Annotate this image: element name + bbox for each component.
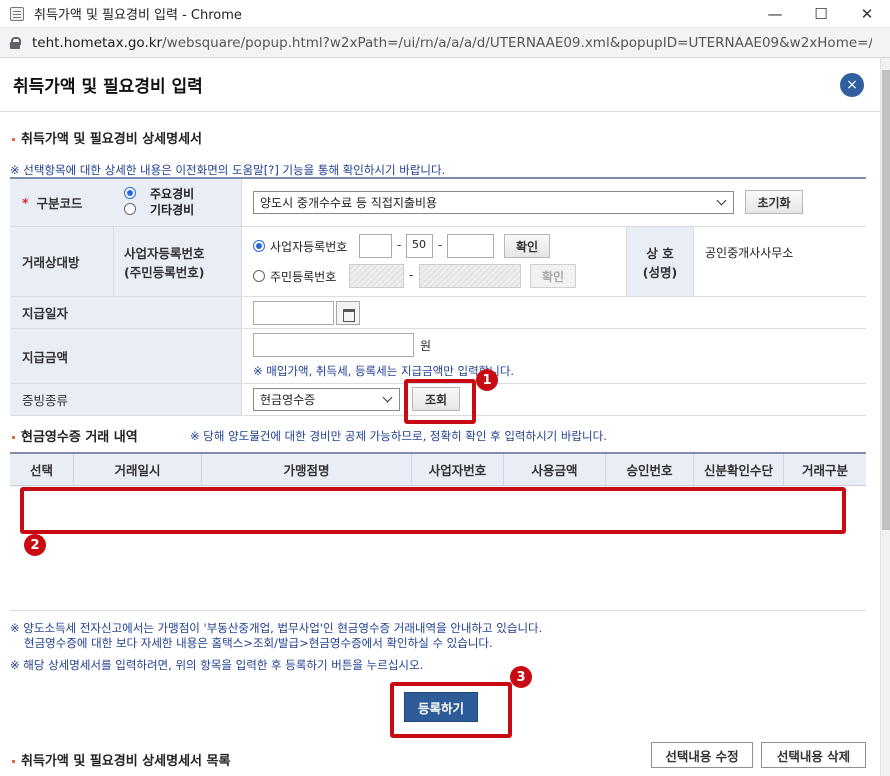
column-header[interactable]: 사업자번호 xyxy=(412,454,504,485)
lock-icon[interactable] xyxy=(10,36,21,49)
help-note: ※ 선택항목에 대한 상세한 내용은 이전화면의 도움말[?] 기능을 통해 확… xyxy=(10,163,446,177)
radio-icon-biz[interactable] xyxy=(253,240,265,252)
column-header[interactable]: 가맹점명 xyxy=(202,454,412,485)
window-titlebar: 취득가액 및 필요경비 입력 - Chrome — ☐ ✕ xyxy=(0,0,890,28)
evidence-type-label: 증빙종류 xyxy=(10,384,242,415)
pay-date-label: 지급일자 xyxy=(10,297,242,328)
highlight-box-register xyxy=(390,682,512,738)
biz-number-part3[interactable] xyxy=(447,234,494,258)
chevron-down-icon xyxy=(382,392,393,403)
page-icon xyxy=(10,6,24,21)
biz-id-label: 사업자등록번호 (주민등록번호) xyxy=(114,227,242,296)
edit-selected-button[interactable]: 선택내용 수정 xyxy=(651,742,753,768)
maximize-icon[interactable]: ☐ xyxy=(798,0,844,28)
footer-note-1b: 현금영수증에 대한 보다 자세한 내용은 홈택스>조회/발급>현금영수증에서 확… xyxy=(24,636,493,650)
annotation-badge-2: 2 xyxy=(24,534,46,556)
counterparty-label: 거래상대방 xyxy=(10,227,114,296)
currency-unit: 원 xyxy=(420,339,432,353)
column-header[interactable]: 신분확인수단 xyxy=(694,454,784,485)
evidence-type-select[interactable]: 현금영수증 xyxy=(253,388,400,411)
pay-date-input[interactable] xyxy=(253,301,334,325)
business-name-label: 상 호 (성명) xyxy=(626,227,694,296)
footer-note-1: ※ 양도소득세 전자신고에서는 가맹점이 '부동산중개업, 법무사업'인 현금영… xyxy=(10,621,543,635)
resident-confirm-button[interactable]: 확인 xyxy=(530,264,576,288)
divider xyxy=(10,610,866,611)
window-title: 취득가액 및 필요경비 입력 - Chrome xyxy=(34,8,242,23)
bullet-icon xyxy=(12,436,15,439)
category-radios: 주요경비 기타경비 xyxy=(124,185,194,232)
minimize-icon[interactable]: — xyxy=(752,0,798,28)
url-text[interactable]: teht.hometax.go.kr/websquare/popup.html?… xyxy=(32,35,872,51)
scrollbar[interactable] xyxy=(880,58,890,776)
biz-number-part2[interactable]: 50 xyxy=(406,234,433,258)
annotation-badge-3: 3 xyxy=(510,666,532,688)
pay-amount-label: 지급금액 xyxy=(10,329,242,383)
bullet-icon xyxy=(12,138,15,141)
column-header[interactable]: 승인번호 xyxy=(606,454,694,485)
popup-title: 취득가액 및 필요경비 입력 xyxy=(13,77,203,97)
column-header[interactable]: 거래일시 xyxy=(74,454,202,485)
radio-icon-main[interactable] xyxy=(124,187,136,199)
window-controls: — ☐ ✕ xyxy=(752,0,890,28)
expense-type-select[interactable]: 양도시 중개수수료 등 직접지출비용 xyxy=(253,191,734,214)
radio-icon-resident[interactable] xyxy=(253,270,265,282)
section-title-detail: 취득가액 및 필요경비 상세명세서 xyxy=(12,128,202,147)
pay-amount-note: ※ 매입가액, 취득세, 등록세는 지급금액만 입력합니다. xyxy=(253,364,515,378)
biz-number-part1[interactable] xyxy=(359,234,392,258)
footer-note-2: ※ 해당 상세명세서를 입력하려면, 위의 항목을 입력한 후 등록하기 버튼을… xyxy=(10,658,424,672)
pay-amount-input[interactable] xyxy=(253,333,414,357)
close-window-icon[interactable]: ✕ xyxy=(844,0,890,28)
section-title-cash-receipt: 현금영수증 거래 내역 xyxy=(12,426,138,445)
row-pay-date: 지급일자 xyxy=(10,297,866,329)
biz-confirm-button[interactable]: 확인 xyxy=(504,234,550,258)
cash-receipt-note: ※ 당해 양도물건에 대한 경비만 공제 가능하므로, 정확히 확인 후 입력하… xyxy=(190,429,607,443)
section-title-list: 취득가액 및 필요경비 상세명세서 목록 xyxy=(12,750,230,769)
radio-resident-number[interactable]: 주민등록번호 xyxy=(253,265,336,287)
column-header[interactable]: 거래구분 xyxy=(784,454,866,485)
radio-biz-number[interactable]: 사업자등록번호 xyxy=(253,235,347,257)
popup-header: 취득가액 및 필요경비 입력 xyxy=(0,58,880,112)
resident-number-part1[interactable] xyxy=(349,264,404,288)
delete-selected-button[interactable]: 선택내용 삭제 xyxy=(761,742,866,768)
close-icon[interactable]: × xyxy=(840,73,864,97)
reset-button[interactable]: 초기화 xyxy=(745,190,803,214)
column-header[interactable]: 선택 xyxy=(10,454,74,485)
column-header[interactable]: 사용금액 xyxy=(504,454,606,485)
bullet-icon xyxy=(12,760,15,763)
cash-receipt-grid-header: 선택 거래일시 가맹점명 사업자번호 사용금액 승인번호 신분확인수단 거래구분 xyxy=(10,452,866,486)
row-counterparty: 거래상대방 사업자등록번호 (주민등록번호) 사업자등록번호 - 50 - 확인 … xyxy=(10,227,866,297)
radio-icon-other[interactable] xyxy=(124,203,136,215)
annotation-badge-1: 1 xyxy=(476,369,498,391)
resident-number-part2[interactable] xyxy=(419,264,521,288)
highlight-box-grid xyxy=(20,487,846,534)
chevron-down-icon xyxy=(716,195,727,206)
highlight-box-lookup xyxy=(404,379,476,424)
row-category-code: * 구분코드 주요경비 기타경비 양도시 중개수수료 등 직접지출비용 초기화 xyxy=(10,179,866,227)
radio-main-expense[interactable]: 주요경비 xyxy=(124,185,194,201)
calendar-icon[interactable] xyxy=(336,301,360,325)
scroll-thumb[interactable] xyxy=(882,70,890,530)
radio-other-expense[interactable]: 기타경비 xyxy=(124,201,194,217)
address-bar[interactable]: teht.hometax.go.kr/websquare/popup.html?… xyxy=(0,28,890,58)
row-pay-amount: 지급금액 원 ※ 매입가액, 취득세, 등록세는 지급금액만 입력합니다. xyxy=(10,329,866,384)
